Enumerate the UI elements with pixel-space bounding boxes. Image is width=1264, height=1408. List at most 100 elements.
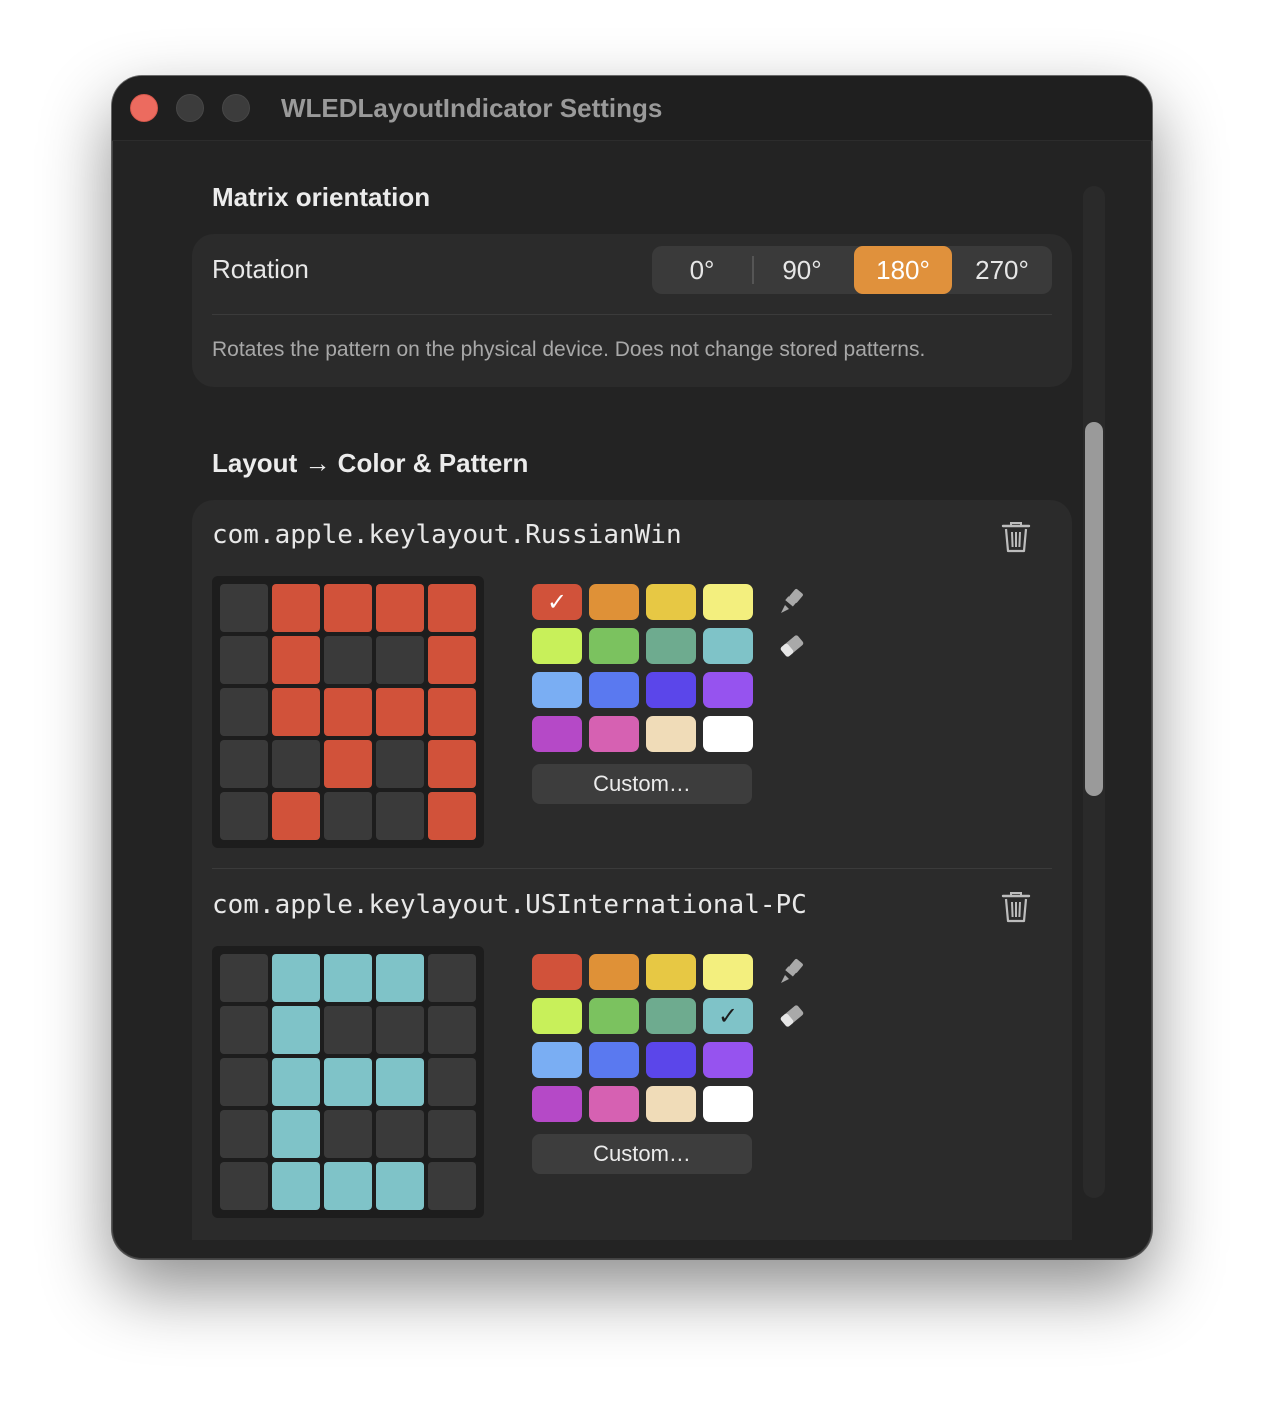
pattern-cell[interactable] <box>220 1058 268 1106</box>
custom-color-button[interactable]: Custom… <box>532 764 752 804</box>
color-swatch[interactable] <box>589 628 639 664</box>
color-swatch[interactable] <box>532 716 582 752</box>
trash-icon[interactable] <box>1000 890 1032 924</box>
pattern-cell[interactable] <box>376 740 424 788</box>
pattern-cell[interactable] <box>272 688 320 736</box>
color-swatch[interactable] <box>646 716 696 752</box>
color-swatch[interactable] <box>589 1086 639 1122</box>
pattern-cell[interactable] <box>376 636 424 684</box>
color-swatch[interactable] <box>646 628 696 664</box>
pattern-cell[interactable] <box>428 792 476 840</box>
custom-color-button[interactable]: Custom… <box>532 1134 752 1174</box>
pattern-cell[interactable] <box>220 792 268 840</box>
pattern-cell[interactable] <box>324 954 372 1002</box>
color-swatch[interactable] <box>703 1042 753 1078</box>
color-swatch[interactable] <box>646 998 696 1034</box>
color-swatch[interactable] <box>703 584 753 620</box>
pattern-cell[interactable] <box>220 636 268 684</box>
pattern-cell[interactable] <box>272 1162 320 1210</box>
pattern-cell[interactable] <box>428 688 476 736</box>
pattern-cell[interactable] <box>220 1006 268 1054</box>
rotation-option-270[interactable]: 270° <box>953 246 1051 294</box>
pattern-cell[interactable] <box>324 1006 372 1054</box>
pattern-cell[interactable] <box>272 636 320 684</box>
scrollbar-thumb[interactable] <box>1085 422 1103 796</box>
color-swatch[interactable] <box>589 1042 639 1078</box>
pattern-cell[interactable] <box>428 740 476 788</box>
color-swatch[interactable] <box>589 954 639 990</box>
pattern-cell[interactable] <box>376 1110 424 1158</box>
color-swatch[interactable] <box>703 954 753 990</box>
color-swatch[interactable] <box>589 672 639 708</box>
scrollbar-track[interactable] <box>1083 186 1105 1198</box>
color-swatch[interactable] <box>589 584 639 620</box>
pattern-cell[interactable] <box>272 584 320 632</box>
pattern-cell[interactable] <box>324 688 372 736</box>
pattern-cell[interactable] <box>220 688 268 736</box>
pattern-cell[interactable] <box>220 740 268 788</box>
color-swatch[interactable] <box>532 1042 582 1078</box>
eraser-icon[interactable] <box>778 1002 806 1030</box>
pattern-cell[interactable] <box>324 1058 372 1106</box>
pattern-cell[interactable] <box>428 954 476 1002</box>
pattern-cell[interactable] <box>324 740 372 788</box>
pattern-cell[interactable] <box>220 1110 268 1158</box>
trash-icon[interactable] <box>1000 520 1032 554</box>
color-swatch[interactable] <box>646 1042 696 1078</box>
color-swatch[interactable] <box>532 1086 582 1122</box>
pattern-cell[interactable] <box>376 1006 424 1054</box>
pattern-cell[interactable] <box>272 792 320 840</box>
color-swatch[interactable]: ✓ <box>532 584 582 620</box>
color-swatch[interactable] <box>532 628 582 664</box>
zoom-button[interactable] <box>222 94 250 122</box>
pattern-cell[interactable] <box>272 954 320 1002</box>
pattern-cell[interactable] <box>324 636 372 684</box>
pattern-cell[interactable] <box>376 1058 424 1106</box>
pattern-cell[interactable] <box>220 584 268 632</box>
pattern-cell[interactable] <box>324 792 372 840</box>
pattern-cell[interactable] <box>272 740 320 788</box>
minimize-button[interactable] <box>176 94 204 122</box>
color-swatch[interactable] <box>703 628 753 664</box>
color-swatch[interactable] <box>532 998 582 1034</box>
color-swatch[interactable] <box>589 716 639 752</box>
pattern-cell[interactable] <box>428 1006 476 1054</box>
color-swatch[interactable] <box>646 584 696 620</box>
color-swatch[interactable] <box>532 954 582 990</box>
color-swatch[interactable] <box>532 672 582 708</box>
pattern-cell[interactable] <box>220 1162 268 1210</box>
color-swatch[interactable] <box>703 716 753 752</box>
pattern-cell[interactable] <box>324 1110 372 1158</box>
color-swatch[interactable] <box>646 672 696 708</box>
pattern-cell[interactable] <box>324 1162 372 1210</box>
rotation-option-0[interactable]: 0° <box>653 246 751 294</box>
pattern-cell[interactable] <box>220 954 268 1002</box>
pattern-cell[interactable] <box>428 1162 476 1210</box>
color-swatch[interactable] <box>646 1086 696 1122</box>
pattern-cell[interactable] <box>428 636 476 684</box>
pattern-cell[interactable] <box>272 1006 320 1054</box>
rotation-option-90[interactable]: 90° <box>753 246 851 294</box>
eraser-icon[interactable] <box>778 632 806 660</box>
pattern-cell[interactable] <box>376 1162 424 1210</box>
pattern-cell[interactable] <box>428 584 476 632</box>
close-button[interactable] <box>130 94 158 122</box>
pattern-cell[interactable] <box>376 792 424 840</box>
color-swatch[interactable] <box>703 1086 753 1122</box>
color-swatch[interactable]: ✓ <box>703 998 753 1034</box>
pattern-cell[interactable] <box>376 688 424 736</box>
pattern-cell[interactable] <box>376 954 424 1002</box>
color-swatch[interactable] <box>646 954 696 990</box>
pattern-cell[interactable] <box>272 1058 320 1106</box>
paint-brush-icon[interactable] <box>778 958 806 986</box>
pattern-cell[interactable] <box>428 1110 476 1158</box>
pattern-cell[interactable] <box>376 584 424 632</box>
pattern-cell[interactable] <box>324 584 372 632</box>
rotation-option-180[interactable]: 180° <box>854 246 952 294</box>
pattern-cell[interactable] <box>428 1058 476 1106</box>
paint-brush-icon[interactable] <box>778 588 806 616</box>
color-swatch[interactable] <box>589 998 639 1034</box>
pattern-cell[interactable] <box>272 1110 320 1158</box>
pattern-matrix <box>212 576 484 848</box>
color-swatch[interactable] <box>703 672 753 708</box>
